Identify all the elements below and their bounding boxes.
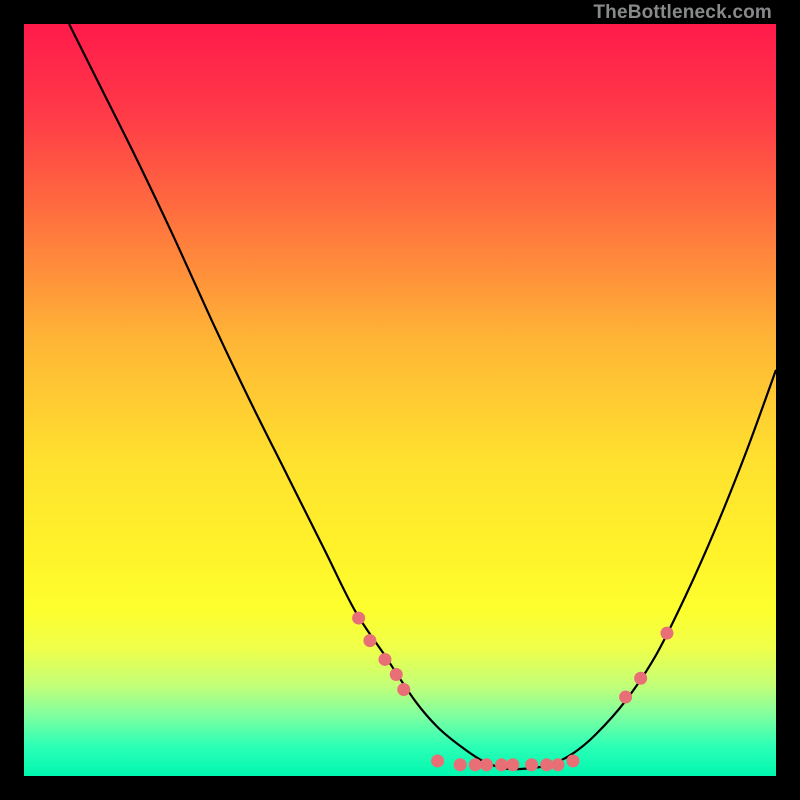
data-marker [660, 627, 673, 640]
data-marker [469, 758, 482, 771]
data-marker [619, 691, 632, 704]
watermark-text: TheBottleneck.com [593, 2, 772, 24]
curve-plot [24, 24, 776, 776]
data-marker [480, 758, 493, 771]
data-marker [397, 683, 410, 696]
bottleneck-curve [69, 24, 776, 769]
data-marker [540, 758, 553, 771]
data-marker [525, 758, 538, 771]
data-marker [431, 754, 444, 767]
data-marker [506, 758, 519, 771]
curve-markers [352, 612, 673, 772]
data-marker [454, 758, 467, 771]
data-marker [378, 653, 391, 666]
data-marker [363, 634, 376, 647]
data-marker [566, 754, 579, 767]
data-marker [390, 668, 403, 681]
data-marker [352, 612, 365, 625]
data-marker [634, 672, 647, 685]
data-marker [495, 758, 508, 771]
data-marker [551, 758, 564, 771]
